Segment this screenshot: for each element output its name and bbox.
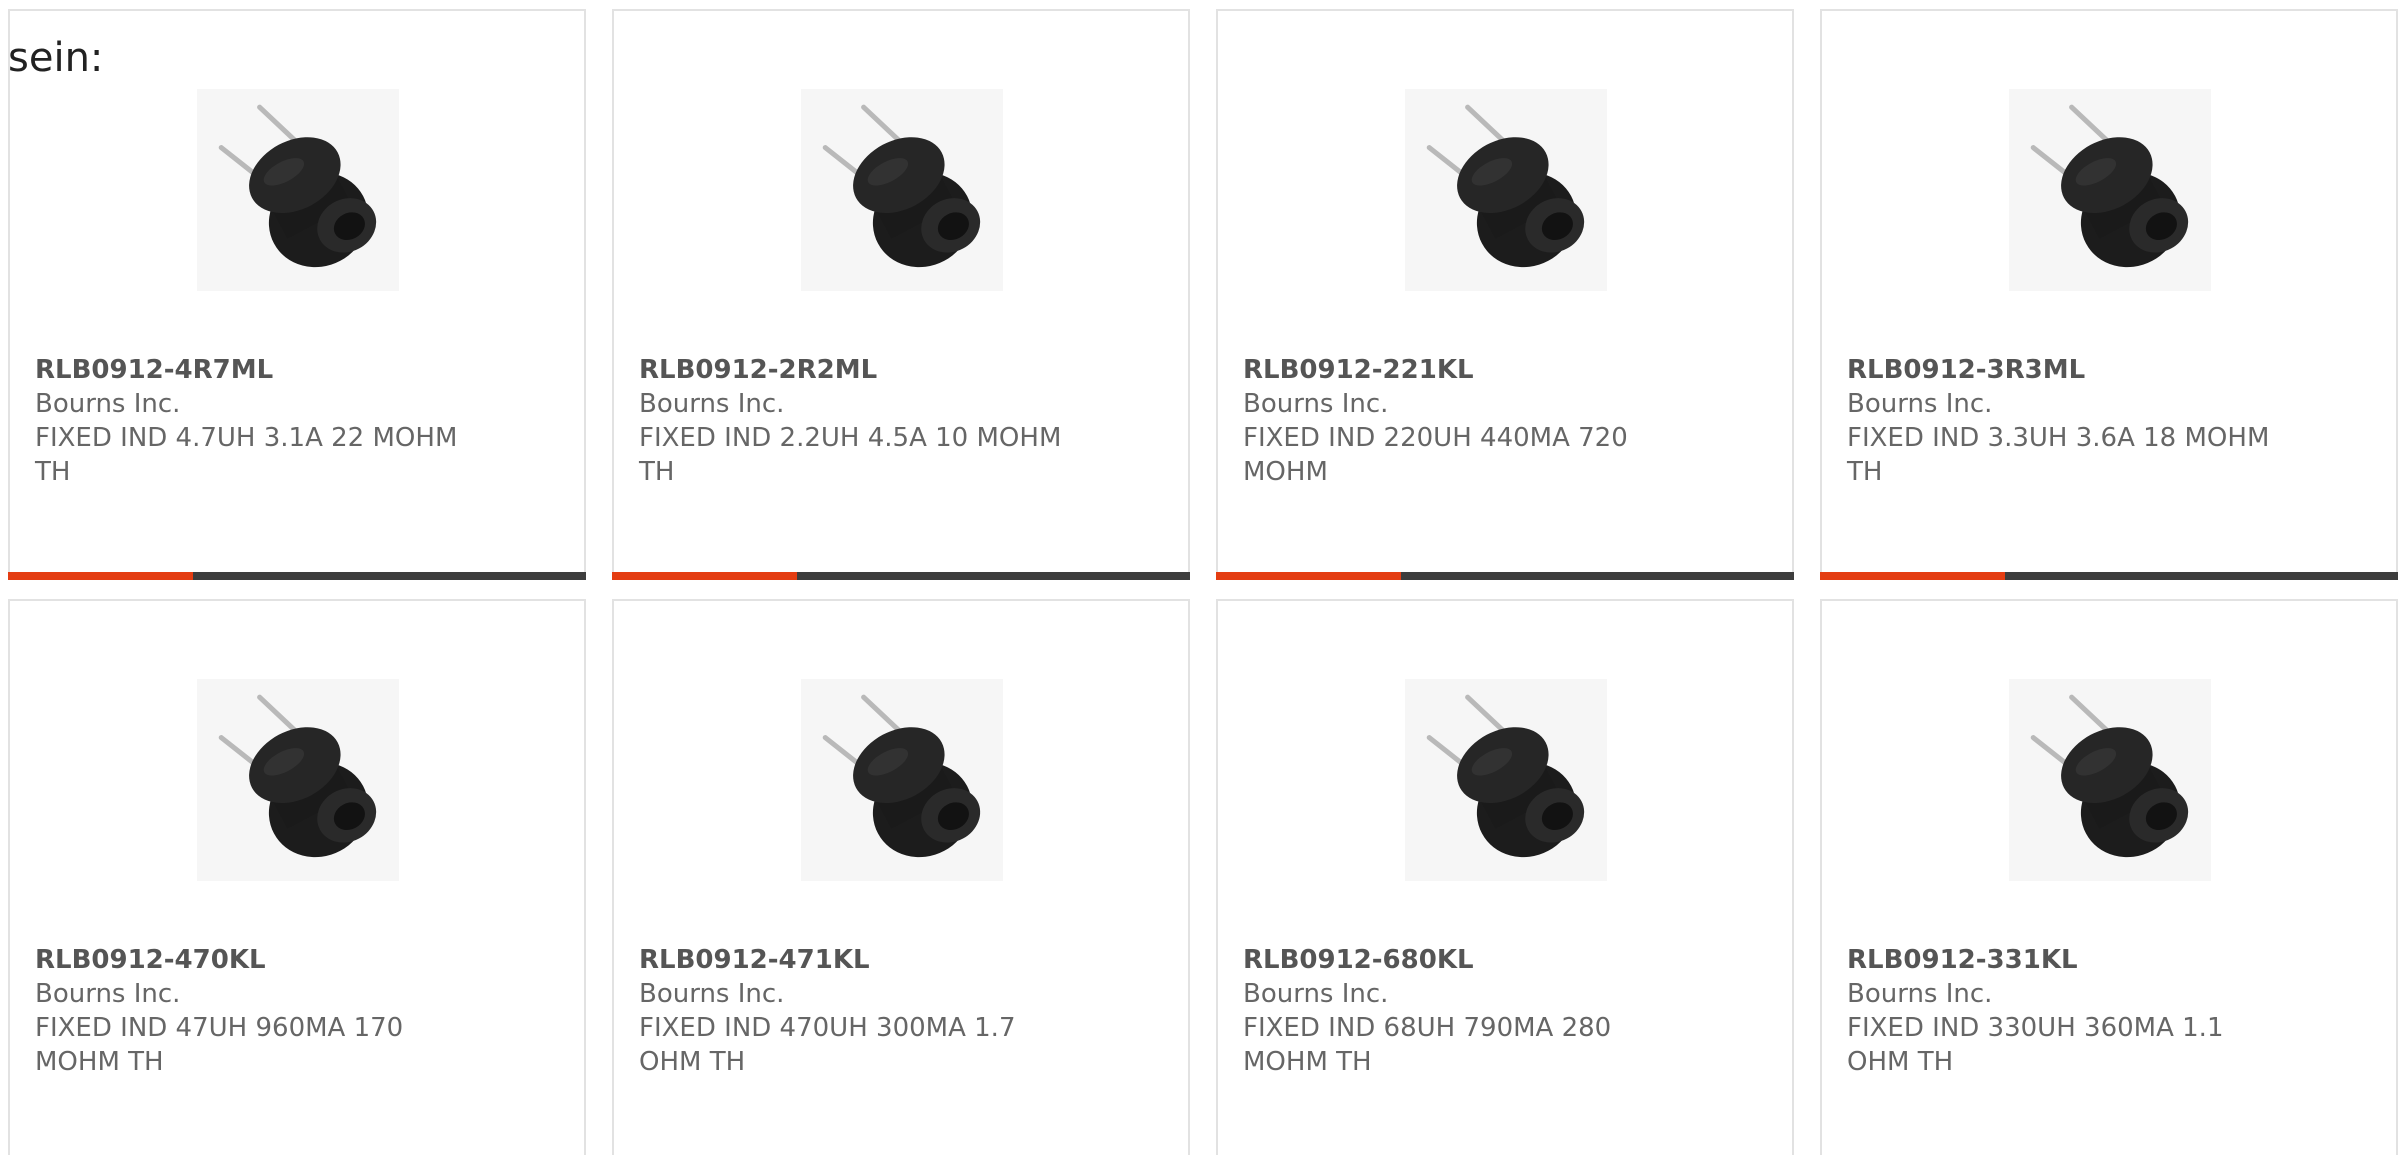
card-progress-fill [1216,572,1401,580]
product-description: FIXED IND 4.7UH 3.1A 22 MOHM TH [35,423,458,487]
product-description: FIXED IND 68UH 790MA 280 MOHM TH [1243,1013,1612,1077]
manufacturer: Bourns Inc. [1243,979,1389,1009]
manufacturer: Bourns Inc. [35,389,181,419]
inductor-image [801,89,1003,291]
product-card[interactable]: RLB0912-470KL Bourns Inc. FIXED IND 47UH… [8,599,586,1155]
product-card[interactable]: RLB0912-331KL Bourns Inc. FIXED IND 330U… [1820,599,2398,1155]
product-card[interactable]: RLB0912-221KL Bourns Inc. FIXED IND 220U… [1216,9,1794,580]
manufacturer: Bourns Inc. [1243,389,1389,419]
product-description: FIXED IND 3.3UH 3.6A 18 MOHM TH [1847,423,2270,487]
product-description: FIXED IND 330UH 360MA 1.1 OHM TH [1847,1013,2224,1077]
part-number[interactable]: RLB0912-221KL [1243,353,1683,387]
inductor-image [1405,679,1607,881]
intro-text: sein: [8,35,104,81]
product-description: FIXED IND 2.2UH 4.5A 10 MOHM TH [639,423,1062,487]
product-description: FIXED IND 47UH 960MA 170 MOHM TH [35,1013,404,1077]
inductor-image [197,679,399,881]
product-grid-page: sein: RLB0912-4R7ML Bourns Inc. FIXED IN… [0,0,2400,1155]
inductor-image [2009,89,2211,291]
card-progress-bar [1820,572,2398,580]
card-progress-fill [612,572,797,580]
manufacturer: Bourns Inc. [1847,979,1993,1009]
product-description: FIXED IND 470UH 300MA 1.7 OHM TH [639,1013,1016,1077]
card-progress-bar [1216,572,1794,580]
part-number[interactable]: RLB0912-471KL [639,943,1079,977]
part-number[interactable]: RLB0912-4R7ML [35,353,475,387]
part-number[interactable]: RLB0912-680KL [1243,943,1683,977]
part-number[interactable]: RLB0912-331KL [1847,943,2287,977]
inductor-image [197,89,399,291]
product-card[interactable]: RLB0912-4R7ML Bourns Inc. FIXED IND 4.7U… [8,9,586,580]
product-card[interactable]: RLB0912-2R2ML Bourns Inc. FIXED IND 2.2U… [612,9,1190,580]
card-progress-fill [8,572,193,580]
product-card[interactable]: RLB0912-471KL Bourns Inc. FIXED IND 470U… [612,599,1190,1155]
inductor-image [2009,679,2211,881]
part-number[interactable]: RLB0912-470KL [35,943,475,977]
product-description: FIXED IND 220UH 440MA 720 MOHM [1243,423,1628,487]
card-progress-bar [8,572,586,580]
product-card[interactable]: RLB0912-3R3ML Bourns Inc. FIXED IND 3.3U… [1820,9,2398,580]
manufacturer: Bourns Inc. [35,979,181,1009]
manufacturer: Bourns Inc. [639,979,785,1009]
inductor-image [1405,89,1607,291]
manufacturer: Bourns Inc. [639,389,785,419]
part-number[interactable]: RLB0912-2R2ML [639,353,1079,387]
inductor-image [801,679,1003,881]
card-progress-bar [612,572,1190,580]
manufacturer: Bourns Inc. [1847,389,1993,419]
product-card[interactable]: RLB0912-680KL Bourns Inc. FIXED IND 68UH… [1216,599,1794,1155]
card-progress-fill [1820,572,2005,580]
part-number[interactable]: RLB0912-3R3ML [1847,353,2287,387]
